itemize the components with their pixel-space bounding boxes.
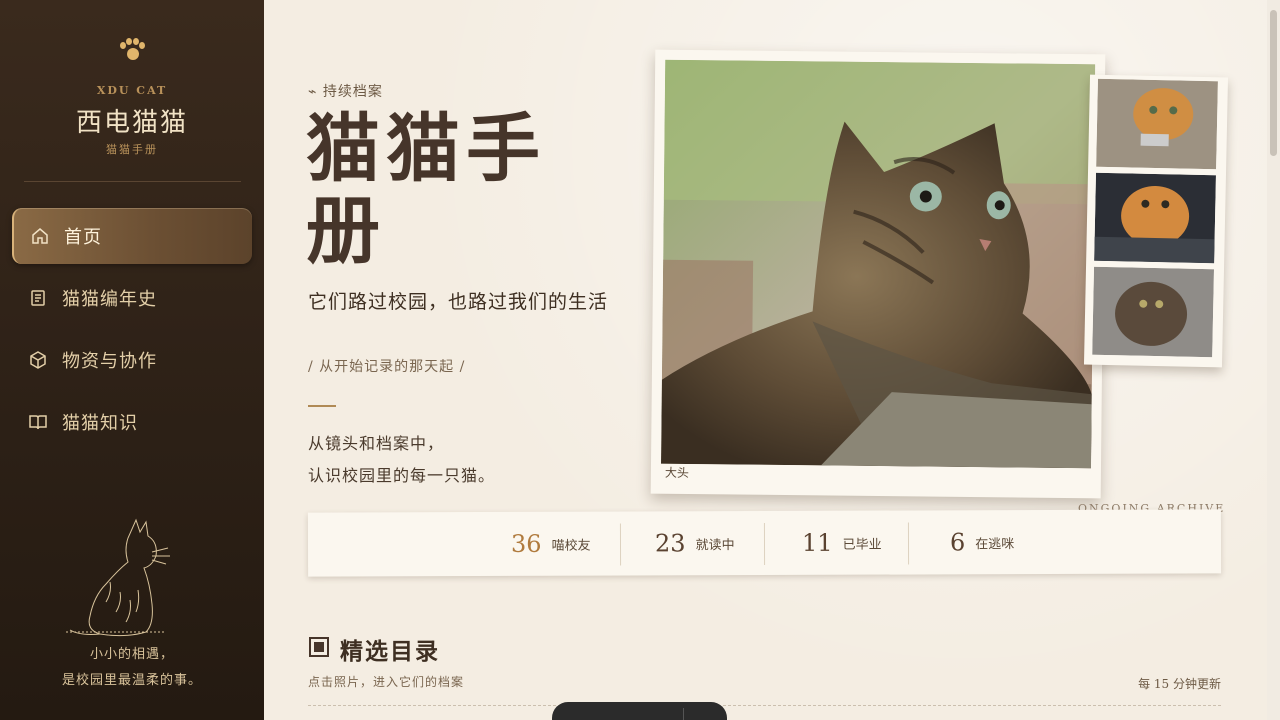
hero-since: / 从开始记录的那天起 / [308,359,466,375]
hero-eyebrow: ⌁ 持续档案 [308,84,383,100]
hero-subtitle: 它们路过校园，也路过我们的生活 [308,291,609,313]
hero-divider [308,405,336,407]
stats-bar: 36 喵校友 23 就读中 11 已毕业 6 在逃咪 [307,509,1222,577]
thumbnail-strip [1083,74,1229,368]
section-subtitle: 点击照片，进入它们的档案 [308,675,465,689]
thumbnail-photo[interactable] [1092,266,1215,358]
sidebar-quote-line1: 小小的相遇， [89,647,174,662]
box-icon [28,350,48,370]
stat-label: 在逃咪 [975,536,1015,552]
featured-cat-card[interactable]: 大头 [650,49,1106,499]
sidebar-divider [24,181,241,182]
sidebar-item-chronicle[interactable]: 猫猫编年史 [12,270,252,326]
stat-value: 6 [949,528,966,557]
update-note: 每 15 分钟更新 [1138,677,1221,691]
sidebar: XDU CAT 西电猫猫 猫猫手册 首页 猫猫编年史 物资与协作 猫猫知识 小小… [0,0,264,720]
book-icon [28,412,48,432]
brand-english: XDU CAT [96,84,168,97]
sidebar-item-label: 首页 [64,227,102,248]
sidebar-item-label: 物资与协作 [62,351,157,372]
page-title: 猫猫手册 [306,106,546,274]
scrollbar-thumb[interactable] [1270,10,1277,156]
thumbnail-photo[interactable] [1096,78,1218,170]
brand-name: 西电猫猫 [75,108,188,138]
sidebar-item-label: 猫猫编年史 [62,289,157,310]
document-icon [28,288,48,308]
sidebar-item-home[interactable]: 首页 [12,208,252,264]
home-icon [30,226,50,246]
featured-cat-photo[interactable] [661,59,1096,469]
toolbar-divider [683,708,684,720]
sidebar-item-knowledge[interactable]: 猫猫知识 [12,394,252,450]
brand-subtitle: 猫猫手册 [106,143,158,156]
cat-illustration-icon [66,518,170,637]
thumbnail-photo[interactable] [1094,172,1216,264]
stat-value: 36 [510,529,542,558]
stat-label: 喵校友 [551,538,591,554]
paw-logo-icon [117,38,147,64]
section-icon [309,637,329,657]
stat-value: 23 [654,529,686,558]
sidebar-item-supplies[interactable]: 物资与协作 [12,332,252,388]
scrollbar[interactable] [1267,0,1280,720]
sidebar-item-label: 猫猫知识 [62,413,138,434]
stat-label: 就读中 [695,537,735,553]
stat-divider [907,522,910,565]
stat-label: 已毕业 [842,537,882,553]
stat-divider [619,523,622,566]
photo-caption: 大头 [664,465,689,481]
hero-desc-line2: 认识校园里的每一只猫。 [308,466,496,485]
stat-missing[interactable]: 6 在逃咪 [950,510,1015,574]
section-title: 精选目录 [340,638,440,665]
stat-alumni[interactable]: 36 喵校友 [511,512,591,576]
hero-desc-line1: 从镜头和档案中， [308,434,445,453]
hero-description: 从镜头和档案中， 认识校园里的每一只猫。 [308,428,495,492]
stat-graduated[interactable]: 11 已毕业 [802,511,882,575]
section-divider [308,705,1221,706]
stat-enrolled[interactable]: 23 就读中 [655,511,735,575]
floating-toolbar[interactable] [552,702,727,720]
stat-value: 11 [801,528,833,557]
sidebar-quote-line2: 是校园里最温柔的事。 [61,673,202,688]
stat-divider [763,522,766,566]
